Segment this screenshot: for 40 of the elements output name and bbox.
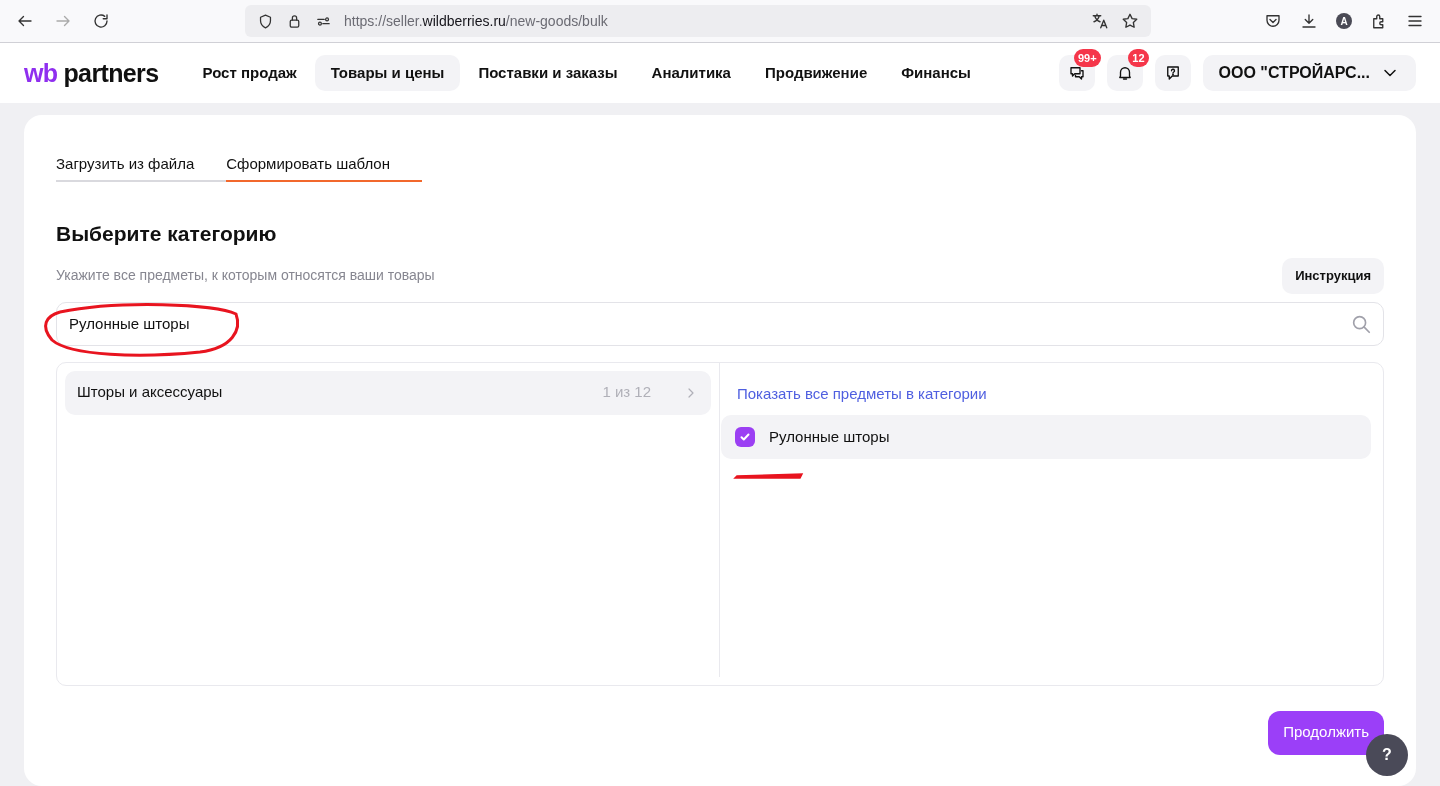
category-count: 1 из 12	[602, 382, 651, 403]
nav-tab[interactable]: Рост продаж	[186, 55, 313, 91]
item-row[interactable]: Рулонные шторы	[721, 415, 1371, 459]
logo-text: partners	[63, 60, 159, 86]
shield-icon	[257, 12, 274, 30]
page-heading: Выберите категорию	[56, 221, 278, 247]
category-row[interactable]: Шторы и аксессуары 1 из 12	[65, 370, 711, 415]
address-bar[interactable]: https://seller.wildberries.ru/new-goods/bulk	[245, 5, 1151, 37]
star-icon[interactable]	[1121, 12, 1139, 30]
logo-mark: wb	[24, 60, 58, 86]
url-text: https://seller.wildberries.ru/new-goods/bulk	[344, 11, 608, 31]
nav-tab[interactable]: Аналитика	[635, 55, 747, 91]
pocket-icon[interactable]	[1264, 12, 1282, 30]
instruction-button[interactable]: Инструкция	[1282, 257, 1384, 294]
download-icon[interactable]	[1300, 12, 1318, 30]
help-button[interactable]	[1154, 55, 1191, 91]
chat-button[interactable]	[1058, 55, 1095, 91]
item-label: Рулонные шторы	[769, 426, 890, 447]
checkmark-icon	[739, 431, 751, 443]
nav-tab[interactable]: Продвижение	[748, 55, 884, 91]
nav-tab[interactable]: Товары и цены	[314, 55, 461, 91]
continue-button[interactable]: Продолжить	[1268, 710, 1384, 755]
profile-avatar[interactable]: A	[1336, 13, 1352, 29]
tab[interactable]: Сформировать шаблон	[226, 148, 422, 182]
notification-badge: 99+	[1073, 49, 1101, 67]
reload-icon[interactable]	[92, 12, 110, 30]
nav-tab[interactable]: Поставки и заказы	[462, 55, 634, 91]
notification-badge: 12	[1128, 49, 1149, 67]
bell-button[interactable]	[1106, 55, 1143, 91]
chat-icon	[1067, 64, 1086, 82]
show-all-link[interactable]: Показать все предметы в категории	[737, 382, 987, 405]
category-name: Шторы и аксессуары	[77, 382, 223, 403]
nav-tab[interactable]: Финансы	[885, 55, 987, 91]
account-dropdown[interactable]: ООО "СТРОЙАРС...	[1202, 55, 1416, 91]
translate-icon[interactable]	[1091, 12, 1109, 30]
checkbox[interactable]	[735, 427, 755, 447]
search-field[interactable]: Рулонные шторы	[56, 301, 1384, 346]
annotation-underline	[733, 473, 804, 479]
subtitle: Укажите все предметы, к которым относятся ваши товары	[56, 266, 435, 285]
tab[interactable]: Загрузить из файла	[56, 148, 227, 182]
